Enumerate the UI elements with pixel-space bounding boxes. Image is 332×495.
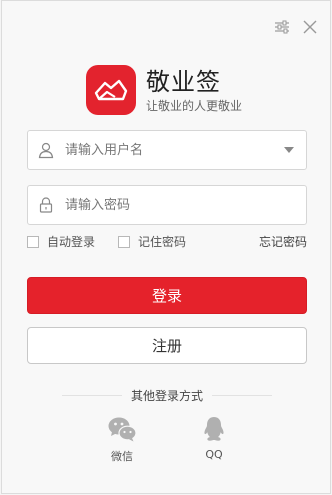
remember-password-option[interactable]: 记住密码: [118, 233, 186, 250]
brand-text: 敬业签 让敬业的人更敬业: [146, 68, 242, 113]
username-input[interactable]: [65, 135, 265, 165]
app-logo: [86, 65, 136, 115]
qq-login-button[interactable]: QQ: [194, 415, 234, 461]
username-dropdown-arrow-icon[interactable]: [284, 147, 294, 153]
user-icon: [37, 141, 55, 159]
divider-line-left: [62, 394, 122, 396]
login-window: 敬业签 让敬业的人更敬业 自动登录 记: [1, 0, 331, 494]
lock-icon: [37, 196, 55, 214]
register-button[interactable]: 注册: [27, 327, 307, 364]
qq-label: QQ: [205, 448, 223, 461]
auto-login-option[interactable]: 自动登录: [27, 233, 95, 250]
divider-line-right: [212, 394, 273, 396]
app-logo-icon: [94, 79, 128, 101]
settings-sliders-icon[interactable]: [274, 19, 290, 35]
username-field[interactable]: [27, 130, 307, 170]
app-name: 敬业签: [146, 67, 221, 96]
other-login-title: 其他登录方式: [131, 388, 204, 403]
login-options: 自动登录 记住密码 忘记密码: [27, 233, 307, 251]
other-login-divider: 其他登录方式: [62, 387, 273, 403]
auto-login-checkbox[interactable]: [27, 235, 39, 248]
wechat-label: 微信: [111, 450, 133, 463]
brand-header: 敬业签 让敬业的人更敬业: [86, 65, 242, 115]
auto-login-label: 自动登录: [47, 235, 96, 249]
password-field[interactable]: [27, 185, 307, 225]
app-slogan: 让敬业的人更敬业: [146, 98, 243, 113]
login-button[interactable]: 登录: [27, 277, 307, 314]
close-icon[interactable]: [302, 19, 318, 35]
window-controls: [274, 19, 318, 35]
remember-password-label: 记住密码: [138, 235, 187, 249]
forgot-password-link[interactable]: 忘记密码: [259, 233, 307, 250]
wechat-icon: [108, 417, 137, 442]
qq-penguin-icon: [204, 417, 224, 441]
wechat-login-button[interactable]: 微信: [102, 415, 142, 464]
password-input[interactable]: [65, 190, 265, 220]
remember-password-checkbox[interactable]: [118, 235, 130, 248]
